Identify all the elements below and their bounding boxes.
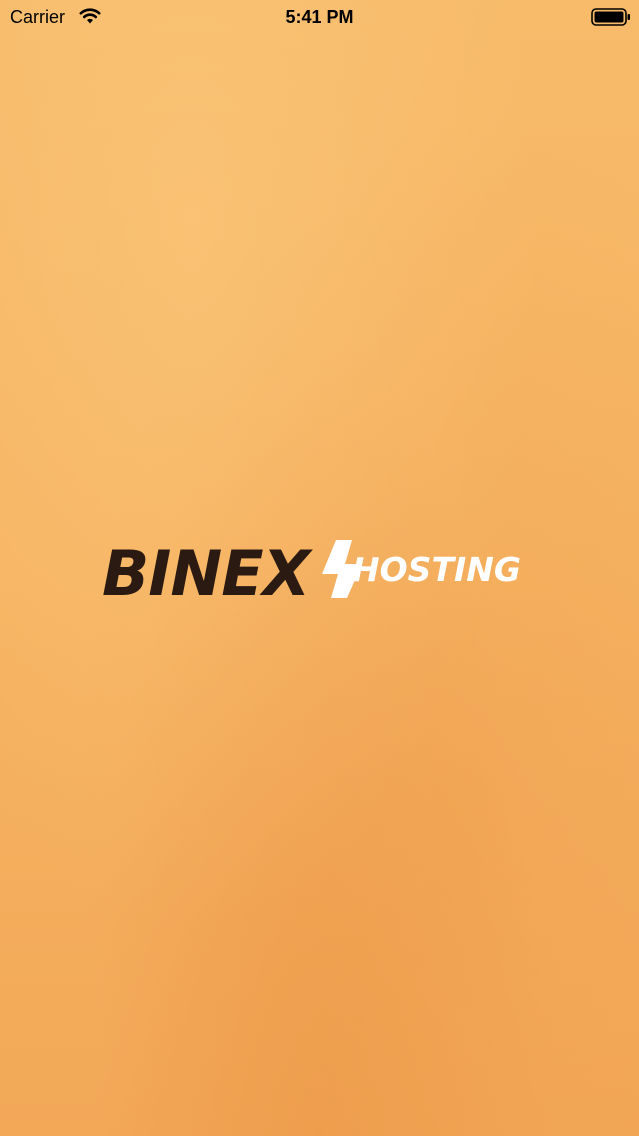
- logo-text-hosting: HOSTING: [352, 550, 521, 589]
- logo-text-binex: BINEX: [102, 537, 314, 602]
- binex-hosting-logo: BINEX HOSTING: [102, 537, 521, 602]
- battery-icon: [591, 8, 630, 26]
- clock-time: 5:41 PM: [285, 7, 354, 27]
- status-bar: Carrier 5:41 PM: [0, 0, 639, 34]
